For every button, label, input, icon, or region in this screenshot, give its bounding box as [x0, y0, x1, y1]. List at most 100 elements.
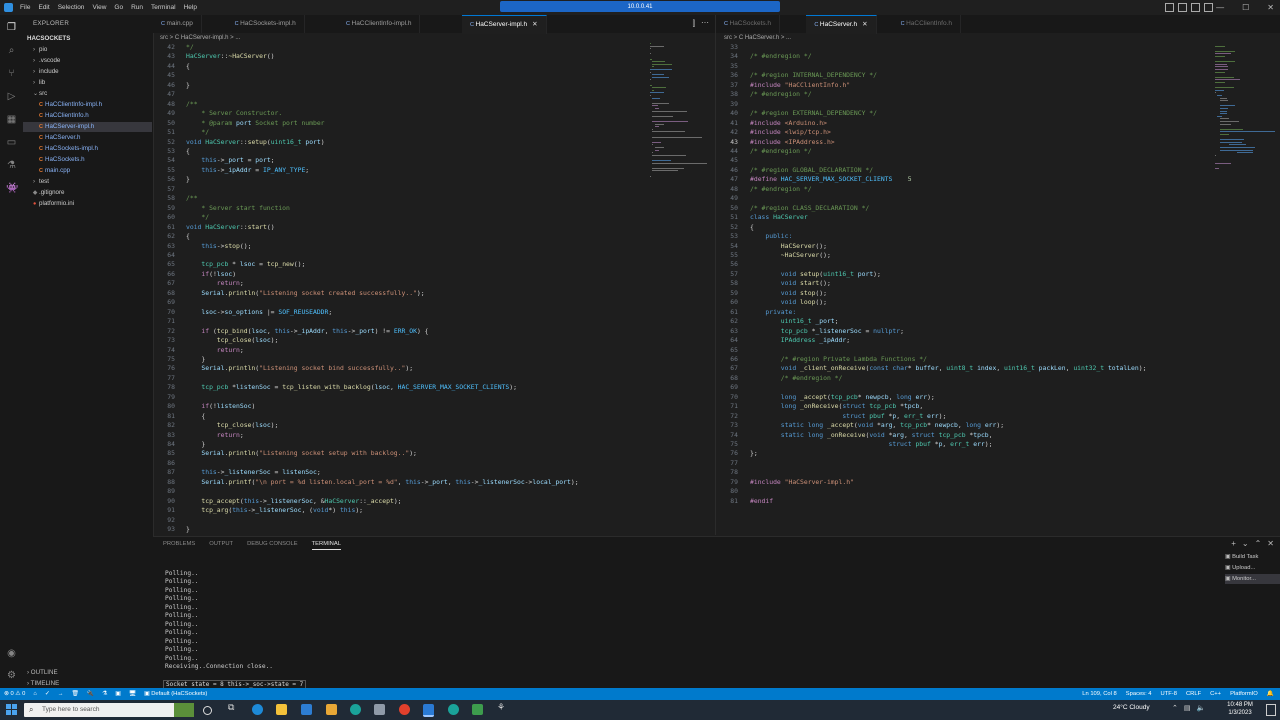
menu-item-run[interactable]: Run [131, 4, 143, 11]
editor-tab[interactable]: C HaCClientInfo-impl.h [338, 15, 421, 33]
editor-tab[interactable]: C HaCSockets.h [716, 15, 781, 33]
left-breadcrumb[interactable]: src > C HaCServer-impl.h > ... [160, 33, 240, 43]
edge-icon[interactable] [252, 704, 263, 715]
new-terminal-icon[interactable]: + [1231, 539, 1236, 548]
panel-tab-terminal[interactable]: TERMINAL [311, 541, 341, 550]
notifications-icon[interactable] [1266, 704, 1276, 716]
menu-item-view[interactable]: View [92, 4, 106, 11]
remote-explorer-icon[interactable]: ▭ [6, 137, 17, 148]
menu-item-file[interactable]: File [20, 4, 30, 11]
tree-item[interactable]: C HaCSockets-impl.h [23, 144, 152, 154]
close-icon[interactable]: ✕ [862, 21, 867, 28]
file-explorer-icon[interactable] [276, 704, 287, 715]
tree-item[interactable]: C HaCServer.h [23, 133, 152, 143]
toggle-secondary-sidebar-icon[interactable] [1191, 3, 1200, 12]
tree-item[interactable]: › .vscode [23, 56, 152, 66]
right-minimap[interactable] [1215, 43, 1275, 169]
more-actions-icon[interactable]: ⋯ [701, 18, 709, 27]
close-icon[interactable]: ✕ [532, 21, 537, 28]
timeline-section[interactable]: › TIMELINE [27, 680, 59, 687]
manage-gear-icon[interactable]: ⚙ [6, 670, 17, 681]
editor-tab[interactable]: C main.cpp [153, 15, 202, 33]
weather-widget[interactable]: 24°C Cloudy [1113, 704, 1150, 711]
status-item-right[interactable]: Spaces: 4 [1126, 688, 1152, 700]
toggle-panel-icon[interactable] [1178, 3, 1187, 12]
left-code-area[interactable]: */HaCServer::~HaCServer(){ } /** * Serve… [186, 43, 646, 535]
editor-tab[interactable]: C HaCServer-impl.h ✕ [462, 15, 547, 34]
tree-item[interactable]: C HaCServer-impl.h [23, 122, 152, 132]
network-icon[interactable]: ▤ [1184, 704, 1191, 712]
maximize-panel-icon[interactable]: ⌃ [1255, 539, 1262, 548]
account-icon[interactable]: ◉ [6, 648, 17, 659]
search-icon[interactable]: ⌕ [6, 45, 17, 56]
left-minimap[interactable] [650, 43, 708, 193]
app-icon[interactable] [326, 704, 337, 715]
terminal-output[interactable]: Polling.. Polling.. Polling.. Polling.. Poll… [165, 561, 273, 672]
menu-item-edit[interactable]: Edit [38, 4, 49, 11]
status-item-left[interactable]: ⚗ [102, 688, 107, 700]
app-icon-2[interactable] [350, 704, 361, 715]
status-item-right[interactable]: UTF-8 [1161, 688, 1177, 700]
tree-item[interactable]: › test [23, 177, 152, 187]
tree-item[interactable]: ◆ .gitignore [23, 188, 152, 198]
source-control-icon[interactable]: ⑂ [6, 68, 17, 79]
menu-item-selection[interactable]: Selection [58, 4, 85, 11]
panel-tab-debug-console[interactable]: DEBUG CONSOLE [247, 541, 298, 550]
status-item-left[interactable]: ▣ [115, 688, 120, 700]
terminal-list-item[interactable]: ▣ Monitor... [1225, 574, 1280, 584]
editor-tab[interactable]: C HaCClientInfo.h [893, 15, 961, 33]
command-center[interactable]: 10.0.0.41 [500, 1, 780, 12]
status-item-right[interactable]: 🔔 [1267, 688, 1274, 700]
tree-item[interactable]: ⌄src [23, 89, 152, 99]
menu-item-go[interactable]: Go [114, 4, 123, 11]
tray-chevron-icon[interactable]: ⌃ [1172, 704, 1178, 712]
task-view-icon[interactable]: ⧉ [228, 702, 239, 713]
status-item-left[interactable]: → [58, 688, 64, 700]
start-button[interactable] [6, 704, 18, 716]
tree-item[interactable]: › include [23, 67, 152, 77]
panel-tab-problems[interactable]: PROBLEMS [163, 541, 195, 550]
platformio-icon[interactable]: 👾 [6, 183, 18, 194]
run-debug-icon[interactable]: ▷ [6, 91, 17, 102]
taskbar-search[interactable]: ⌕ Type here to search [24, 703, 194, 717]
tree-item[interactable]: › pio [23, 45, 152, 55]
status-item-left[interactable]: ▣ Default (HaCSockets) [144, 688, 207, 700]
project-root[interactable]: HACSOCKETS [27, 35, 70, 42]
status-item-left[interactable]: ⌂ [33, 688, 37, 700]
chrome-icon[interactable] [399, 704, 410, 715]
minimize-button[interactable]: — [1216, 3, 1224, 12]
volume-icon[interactable]: 🔈 [1197, 704, 1206, 712]
customize-layout-icon[interactable] [1204, 3, 1213, 12]
explorer-icon[interactable]: ❐ [6, 22, 17, 33]
extensions-icon[interactable]: ▦ [6, 114, 17, 125]
tree-item[interactable]: C HaCClientInfo-impl.h [23, 100, 152, 110]
taskbar-clock[interactable]: 10:48 PM 1/3/2023 [1220, 701, 1260, 717]
tree-item[interactable]: › lib [23, 78, 152, 88]
split-editor-icon[interactable]: ⫿ [692, 19, 695, 29]
status-item-right[interactable]: Ln 109, Col 8 [1082, 688, 1116, 700]
arduino-icon[interactable] [448, 704, 459, 715]
testing-icon[interactable]: ⚗ [6, 160, 17, 171]
editor-tab[interactable]: C HaCServer.h ✕ [806, 15, 877, 34]
status-item-right[interactable]: CRLF [1186, 688, 1201, 700]
toggle-sidebar-icon[interactable] [1165, 3, 1174, 12]
tree-item[interactable]: C HaCClientInfo.h [23, 111, 152, 121]
menu-item-terminal[interactable]: Terminal [151, 4, 176, 11]
right-breadcrumb[interactable]: src > C HaCServer.h > ... [724, 33, 791, 43]
chevron-down-icon[interactable]: ⌄ [1242, 539, 1249, 548]
status-item-right[interactable]: C++ [1210, 688, 1221, 700]
outline-section[interactable]: › OUTLINE [27, 669, 58, 676]
terminal-list-item[interactable]: ▣ Upload... [1225, 563, 1280, 573]
app-icon-3[interactable] [374, 704, 385, 715]
status-item-left[interactable]: 🖥 [129, 688, 136, 700]
status-item-left[interactable]: 🗑 [72, 688, 79, 700]
app-icon-4[interactable] [472, 704, 483, 715]
tree-item[interactable]: Cmain.cpp [23, 166, 152, 176]
status-item-left[interactable]: ⊗ 0 ⚠ 0 [4, 688, 25, 700]
status-item-right[interactable]: PlatformIO [1230, 688, 1258, 700]
tree-item[interactable]: C HaCSockets.h [23, 155, 152, 165]
terminal-list-item[interactable]: ▣ Build Task [1225, 552, 1280, 562]
editor-tab[interactable]: C HaCSockets-impl.h [227, 15, 305, 33]
status-item-left[interactable]: 🔌 [87, 688, 94, 700]
network-tool-icon[interactable]: ⚘ [497, 702, 508, 713]
